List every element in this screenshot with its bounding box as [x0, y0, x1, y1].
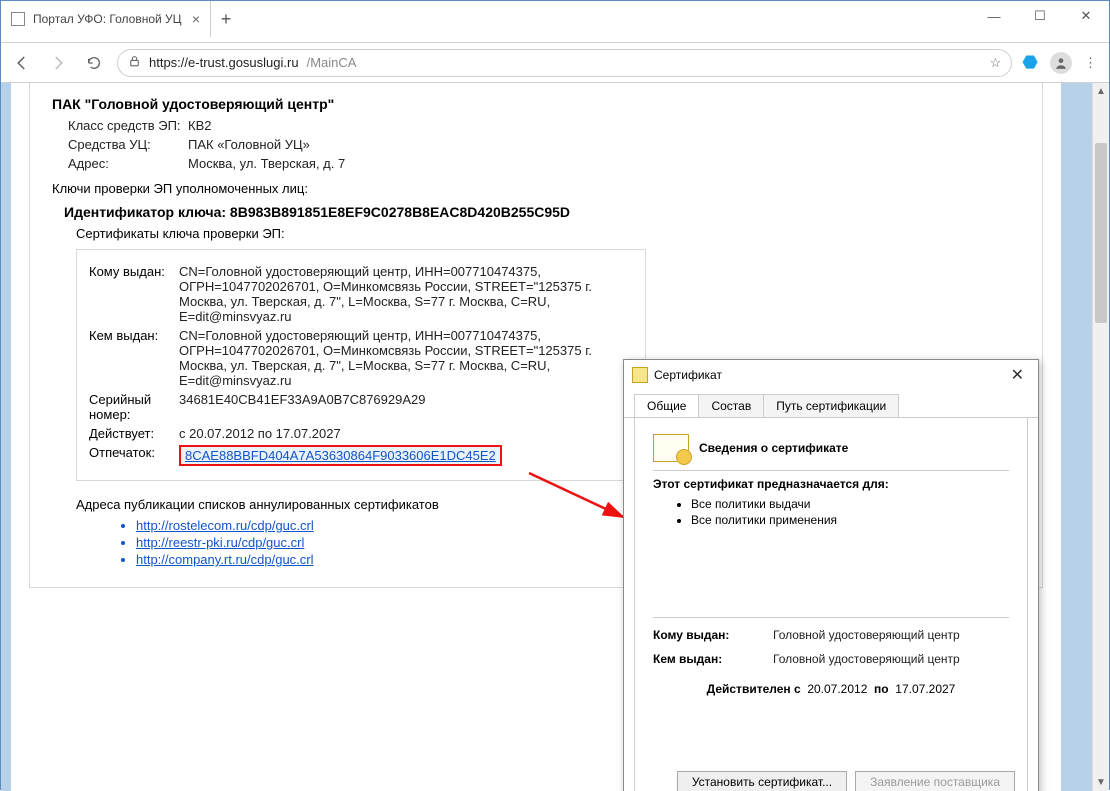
- browser-titlebar: Портал УФО: Головной УЦ × + — ☐ ✕: [1, 1, 1109, 43]
- cert-thumb-label: Отпечаток:: [89, 445, 179, 466]
- dialog-body: Сведения о сертификате Этот сертификат п…: [634, 418, 1028, 791]
- certificate-box: Кому выдан:CN=Головной удостоверяющий це…: [76, 249, 646, 481]
- value-means: ПАК «Головной УЦ»: [188, 137, 310, 152]
- maximize-button[interactable]: ☐: [1017, 1, 1063, 31]
- dialog-cert-buttons: Установить сертификат... Заявление поста…: [647, 771, 1015, 791]
- purpose-item-2: Все политики применения: [691, 513, 1009, 527]
- purpose-list: Все политики выдачи Все политики примене…: [691, 497, 1009, 527]
- scroll-up-icon[interactable]: ▲: [1093, 83, 1109, 100]
- dialog-close-button[interactable]: ✕: [1005, 363, 1030, 387]
- divider: [653, 617, 1009, 618]
- tab-details[interactable]: Состав: [698, 394, 764, 417]
- crl-link-2[interactable]: http://reestr-pki.ru/cdp/guc.crl: [136, 535, 304, 550]
- valid-to: 17.07.2027: [895, 682, 955, 696]
- page-viewport: ПАК "Головной удостоверяющий центр" Клас…: [1, 83, 1109, 791]
- dialog-tabs: Общие Состав Путь сертификации: [624, 394, 1038, 418]
- valid-from: 20.07.2012: [807, 682, 867, 696]
- dialog-titlebar[interactable]: Сертификат ✕: [624, 360, 1038, 390]
- close-window-button[interactable]: ✕: [1063, 1, 1109, 31]
- extension-icon[interactable]: ⬣: [1022, 52, 1038, 73]
- valid-prefix: Действителен с: [707, 682, 801, 696]
- minimize-button[interactable]: —: [971, 1, 1017, 31]
- thumbprint-highlight[interactable]: 8CAE88BBFD404A7A53630864F9033606E1DC45E2: [179, 445, 502, 466]
- tab-path[interactable]: Путь сертификации: [763, 394, 899, 417]
- bookmark-icon[interactable]: ☆: [990, 55, 1002, 71]
- new-tab-button[interactable]: +: [211, 1, 241, 37]
- divider: [653, 470, 1009, 471]
- url-host: https://e-trust.gosuslugi.ru: [149, 55, 299, 70]
- certificate-dialog: Сертификат ✕ Общие Состав Путь сертифика…: [623, 359, 1039, 791]
- lock-icon: [128, 55, 141, 71]
- cert-valid-label: Действует:: [89, 426, 179, 441]
- validity-line: Действителен с 20.07.2012 по 17.07.2027: [653, 682, 1009, 696]
- cert-by-value: CN=Головной удостоверяющий центр, ИНН=00…: [179, 328, 633, 388]
- cert-serial-value: 34681E40CB41EF33A9A0B7C876929A29: [179, 392, 633, 422]
- key-identifier: Идентификатор ключа: 8B983B891851E8EF9C0…: [64, 204, 1020, 220]
- cert-thumb-value: 8CAE88BBFD404A7A53630864F9033606E1DC45E2: [185, 448, 496, 463]
- issued-by-value: Головной удостоверяющий центр: [773, 652, 960, 666]
- label-class: Класс средств ЭП:: [68, 118, 188, 133]
- scrollbar-thumb[interactable]: [1095, 143, 1107, 323]
- url-input[interactable]: https://e-trust.gosuslugi.ru/MainCA ☆: [117, 49, 1012, 77]
- browser-tab[interactable]: Портал УФО: Головной УЦ ×: [1, 1, 211, 37]
- issuer-statement-button: Заявление поставщика: [855, 771, 1015, 791]
- back-button[interactable]: [9, 50, 35, 76]
- cert-valid-value: с 20.07.2012 по 17.07.2027: [179, 426, 633, 441]
- keys-header: Ключи проверки ЭП уполномоченных лиц:: [52, 181, 1020, 196]
- url-path: /MainCA: [307, 55, 357, 70]
- tab-general[interactable]: Общие: [634, 394, 699, 417]
- install-certificate-button[interactable]: Установить сертификат...: [677, 771, 847, 791]
- value-class: КВ2: [188, 118, 211, 133]
- menu-icon[interactable]: ⋮: [1084, 55, 1097, 71]
- certs-label: Сертификаты ключа проверки ЭП:: [76, 226, 1020, 241]
- scrollbar[interactable]: ▲ ▼: [1092, 83, 1109, 791]
- page-title: ПАК "Головной удостоверяющий центр": [52, 96, 1020, 112]
- cert-to-label: Кому выдан:: [89, 264, 179, 324]
- page-icon: [11, 12, 25, 26]
- purpose-label: Этот сертификат предназначается для:: [653, 477, 1009, 491]
- value-address: Москва, ул. Тверская, д. 7: [188, 156, 345, 171]
- issued-to-value: Головной удостоверяющий центр: [773, 628, 960, 642]
- issued-by-label: Кем выдан:: [653, 652, 773, 666]
- window-controls: — ☐ ✕: [971, 1, 1109, 31]
- reload-button[interactable]: [81, 50, 107, 76]
- label-address: Адрес:: [68, 156, 188, 171]
- forward-button[interactable]: [45, 50, 71, 76]
- purpose-item-1: Все политики выдачи: [691, 497, 1009, 511]
- address-bar: https://e-trust.gosuslugi.ru/MainCA ☆ ⬣ …: [1, 43, 1109, 83]
- dialog-title: Сертификат: [654, 368, 722, 382]
- tab-title: Портал УФО: Головной УЦ: [33, 12, 182, 26]
- cert-serial-label: Серийный номер:: [89, 392, 179, 422]
- crl-link-1[interactable]: http://rostelecom.ru/cdp/guc.crl: [136, 518, 314, 533]
- issued-to-label: Кому выдан:: [653, 628, 773, 642]
- cert-by-label: Кем выдан:: [89, 328, 179, 388]
- certificate-large-icon: [653, 434, 689, 462]
- scroll-down-icon[interactable]: ▼: [1093, 774, 1109, 791]
- valid-mid: по: [874, 682, 889, 696]
- certificate-icon: [632, 367, 648, 383]
- close-tab-icon[interactable]: ×: [192, 11, 200, 27]
- certificate-summary-title: Сведения о сертификате: [699, 441, 848, 455]
- label-means: Средства УЦ:: [68, 137, 188, 152]
- cert-to-value: CN=Головной удостоверяющий центр, ИНН=00…: [179, 264, 633, 324]
- crl-link-3[interactable]: http://company.rt.ru/cdp/guc.crl: [136, 552, 314, 567]
- profile-avatar-icon[interactable]: [1050, 52, 1072, 74]
